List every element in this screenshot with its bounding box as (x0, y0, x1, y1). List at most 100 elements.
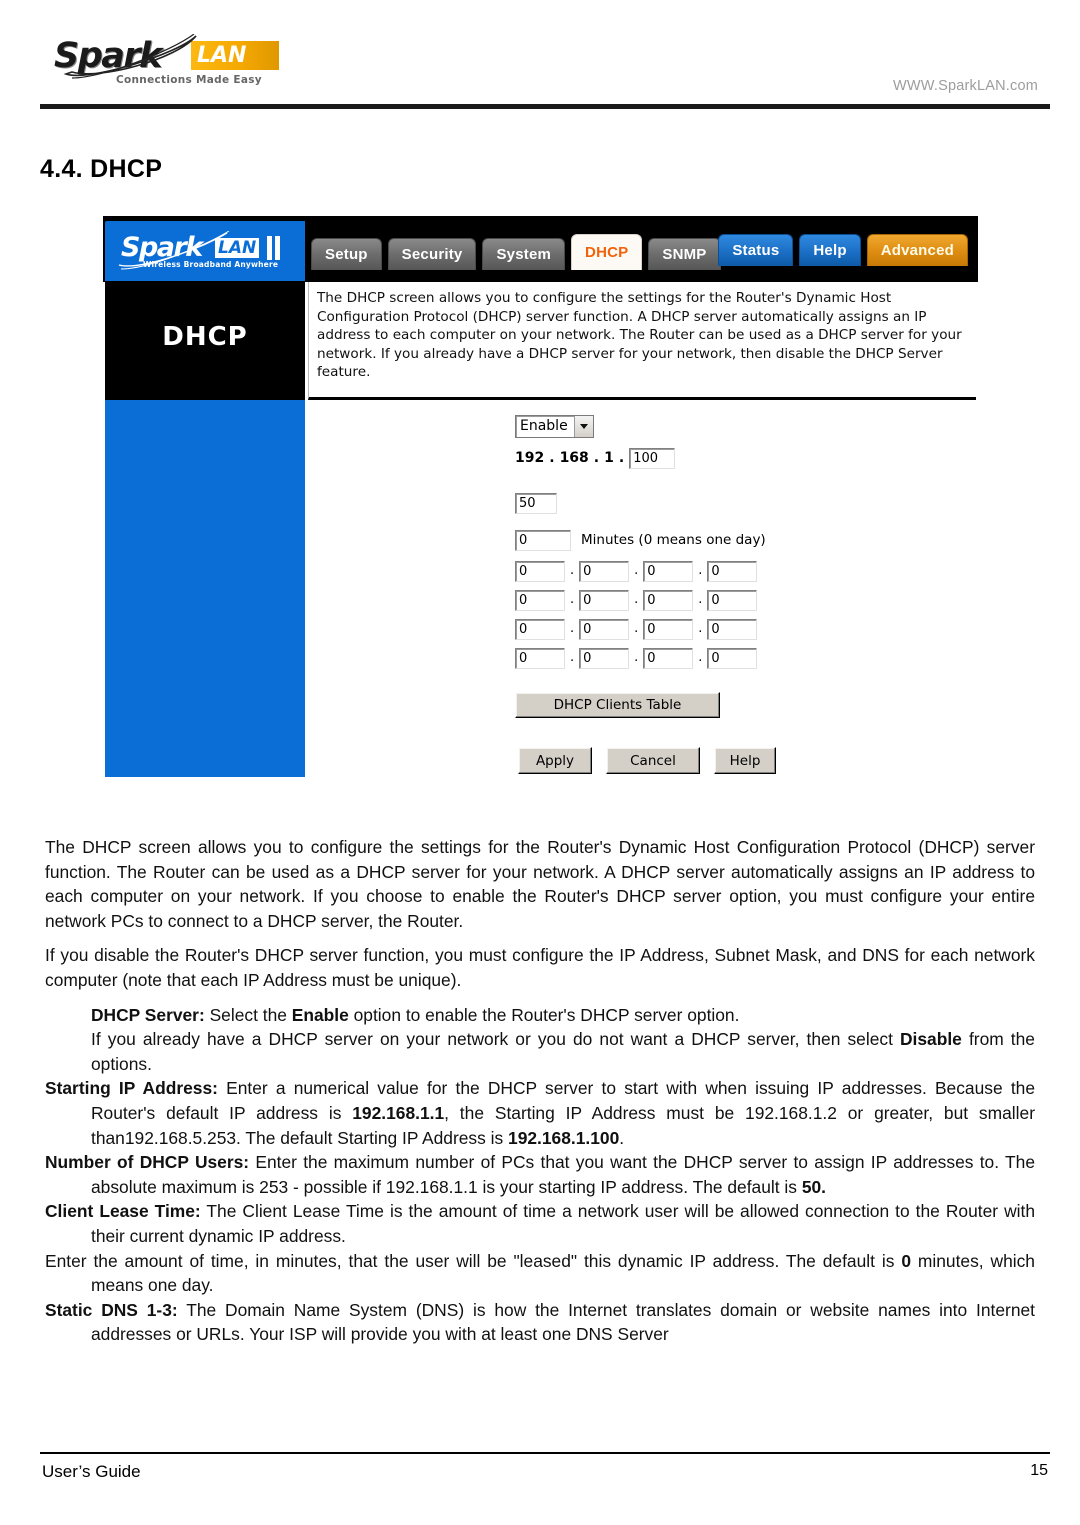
ip-separator: . (549, 450, 555, 466)
paragraph-intro: The DHCP screen allows you to configure … (45, 837, 1035, 931)
bold-enable: Enable (291, 1004, 349, 1025)
page-header: Spark LAN Connections Made Easy WWW.Spar… (40, 34, 1050, 104)
static-dns-2-octet4-input[interactable]: 0 (707, 589, 758, 611)
apply-button[interactable]: Apply (518, 747, 592, 774)
brand-logo-accent: LAN (197, 43, 247, 68)
text-dhcp-server-b: option to enable the Router's DHCP serve… (348, 1004, 740, 1025)
tab-setup[interactable]: Setup (311, 238, 382, 270)
label-currently-assigned: Currently Assigned: (340, 695, 493, 711)
row-wins: WINS: 0 . 0 . 0 . 0 (305, 647, 976, 669)
router-swoosh-icon (118, 231, 230, 270)
row-static-dns-2: 2: 0 . 0 . 0 . 0 (305, 589, 976, 611)
sidebar-blue-fill (105, 400, 305, 777)
dhcp-form: DHCP Server: Enable Starting IP Address:… (305, 403, 976, 777)
site-url: WWW.SparkLAN.com (893, 78, 1038, 94)
term-dhcp-server: DHCP Server: (91, 1004, 205, 1025)
max-users-input[interactable]: 50 (515, 493, 557, 514)
text-lease-para-a: Enter the amount of time, in minutes, th… (45, 1250, 902, 1271)
bold-default-start-ip: 192.168.1.100 (508, 1127, 620, 1148)
ip-separator: . (634, 563, 639, 578)
router-tabs-left: Setup Security System DHCP SNMP (311, 234, 721, 270)
ip-separator: . (698, 563, 703, 578)
row-lease-time: Client Lease Time: 0 Minutes (0 means on… (305, 529, 976, 551)
tab-snmp[interactable]: SNMP (648, 238, 721, 270)
static-dns-1-octet3-input[interactable]: 0 (643, 560, 694, 582)
bold-default-users: 50. (801, 1176, 827, 1197)
row-starting-ip: Starting IP Address: 192 . 168 . 1 . 100 (305, 447, 976, 469)
label-max-users-line1: Maximum Number of (332, 480, 493, 496)
dhcp-server-select[interactable]: Enable (515, 415, 594, 438)
ip-separator: . (634, 650, 639, 665)
ip-separator: . (570, 592, 575, 607)
footer-label: User’s Guide (42, 1462, 141, 1481)
sparklan-logo: Spark LAN Connections Made Easy (54, 34, 299, 92)
brand-logo-accent-box: LAN (191, 41, 279, 70)
tab-security[interactable]: Security (387, 238, 477, 270)
definition-starting-ip: Starting IP Address: Enter a numerical v… (45, 1076, 1035, 1150)
form-actions: Apply Cancel Help (305, 747, 976, 774)
ip-separator: . (698, 650, 703, 665)
label-starting-ip: Starting IP Address: (337, 450, 493, 466)
chevron-down-icon[interactable] (573, 416, 593, 437)
wins-octet1-input[interactable]: 0 (515, 647, 565, 669)
dhcp-clients-table-button[interactable]: DHCP Clients Table (515, 692, 720, 718)
definition-number-of-users: Number of DHCP Users: Enter the maximum … (45, 1150, 1035, 1199)
static-dns-2-octet1-input[interactable]: 0 (515, 589, 565, 611)
row-static-dns-1: Static DNS 1: 0 . 0 . 0 . 0 (305, 560, 976, 582)
signal-bars-icon (267, 236, 280, 260)
router-logo: Spark LAN Wireless Broadband Anywhere (115, 231, 305, 275)
tab-status[interactable]: Status (718, 234, 794, 266)
ip-separator: . (618, 450, 625, 466)
router-logo-panel: Spark LAN Wireless Broadband Anywhere (105, 221, 305, 281)
row-currently-assigned: Currently Assigned: DHCP Clients Table (305, 692, 976, 718)
bold-disable: Disable (899, 1029, 962, 1050)
body-copy: The DHCP screen allows you to configure … (45, 835, 1035, 1347)
static-dns-1-octet2-input[interactable]: 0 (579, 560, 630, 582)
text-dhcp-sub-a: If you already have a DHCP server on you… (91, 1029, 900, 1050)
lease-time-input[interactable]: 0 (515, 529, 571, 551)
static-dns-1-octet4-input[interactable]: 0 (707, 560, 758, 582)
router-description: The DHCP screen allows you to configure … (308, 282, 976, 400)
term-number-of-users: Number of DHCP Users: (45, 1152, 250, 1173)
brand-wordmark: Spark LAN (54, 34, 299, 79)
static-dns-3-octet4-input[interactable]: 0 (707, 618, 758, 640)
static-dns-3-octet1-input[interactable]: 0 (515, 618, 565, 640)
label-wins: WINS: (446, 650, 493, 666)
wins-octet2-input[interactable]: 0 (579, 647, 630, 669)
header-divider (40, 104, 1050, 109)
static-dns-3-octet2-input[interactable]: 0 (579, 618, 630, 640)
term-static-dns: Static DNS 1-3: (45, 1299, 178, 1320)
static-dns-1-octet1-input[interactable]: 0 (515, 560, 565, 582)
row-static-dns-3: 3: 0 . 0 . 0 . 0 (305, 618, 976, 640)
label-max-users: Maximum Number of DHCP Users: (305, 477, 505, 521)
lease-time-hint: Minutes (0 means one day) (581, 532, 766, 548)
sidebar-title: DHCP (162, 322, 248, 352)
router-description-text: The DHCP screen allows you to configure … (317, 290, 962, 381)
static-dns-2-octet3-input[interactable]: 0 (643, 589, 694, 611)
text-static-dns: The Domain Name System (DNS) is how the … (91, 1299, 1035, 1345)
text-dhcp-server-a: Select the (204, 1004, 292, 1025)
router-tabs-right: Status Help Advanced (718, 234, 968, 266)
tab-help[interactable]: Help (799, 234, 861, 266)
footer-divider (40, 1452, 1050, 1454)
row-max-users: Maximum Number of DHCP Users: 50 (305, 477, 976, 521)
cancel-button[interactable]: Cancel (606, 747, 700, 774)
static-dns-3-octet3-input[interactable]: 0 (643, 618, 694, 640)
router-sidebar: DHCP (105, 282, 305, 777)
wins-octet4-input[interactable]: 0 (707, 647, 758, 669)
starting-ip-octet3: 1 (604, 450, 614, 466)
row-dhcp-server: DHCP Server: Enable (305, 415, 976, 438)
text-starting-ip-c: . (619, 1127, 625, 1148)
help-button[interactable]: Help (714, 747, 776, 774)
starting-ip-octet4-input[interactable]: 100 (629, 447, 676, 469)
static-dns-2-octet2-input[interactable]: 0 (579, 589, 630, 611)
ip-separator: . (570, 563, 575, 578)
page-title: 4.4. DHCP (40, 155, 163, 183)
term-starting-ip: Starting IP Address: (45, 1078, 218, 1099)
text-lease: The Client Lease Time is the amount of t… (91, 1201, 1035, 1246)
tab-dhcp[interactable]: DHCP (571, 234, 643, 270)
brand-tagline: Connections Made Easy (116, 74, 262, 86)
tab-system[interactable]: System (482, 238, 566, 270)
tab-advanced[interactable]: Advanced (866, 234, 968, 266)
wins-octet3-input[interactable]: 0 (643, 647, 694, 669)
